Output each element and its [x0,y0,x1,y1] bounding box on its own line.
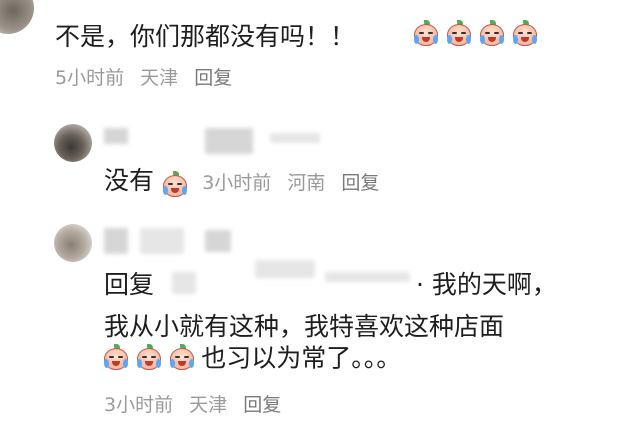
reply-button[interactable]: 回复 [194,67,232,89]
comment-time: 5小时前 [55,67,125,89]
comment-location: 天津 [140,67,179,89]
comment-text-content: 不是，你们那都没有吗！！ [55,22,356,51]
emoji-group [412,20,539,48]
avatar[interactable] [54,124,92,162]
reply-text-line1: · 我的天啊， [416,270,557,299]
crying-face-icon [445,20,473,48]
reply-text-line3: 也习以为常了。。。 [201,343,402,373]
reply-text-line2: 我从小就有这种，我特喜欢这种店面 [104,312,505,341]
reply-time: 3小时前 [104,394,174,416]
reply-time: 3小时前 [202,172,272,194]
username-redacted [104,128,128,144]
reply-location: 河南 [287,172,326,194]
crying-face-icon [161,170,189,199]
crying-face-icon [511,20,539,48]
reply-prefix[interactable]: 回复 [104,272,154,297]
mention-redacted [255,260,315,278]
reply-location: 天津 [189,394,228,416]
reply-text: 没有 [104,166,155,195]
reply-button[interactable]: 回复 [243,394,281,416]
crying-face-icon [478,20,506,48]
reply-row: 没有 3小时前 河南 回复 [104,168,389,199]
username-redacted [205,230,231,252]
crying-face-icon [168,344,196,372]
avatar[interactable] [54,224,92,262]
comment-meta: 5小时前 天津 回复 [55,69,242,88]
crying-face-icon [135,344,163,372]
username-redacted [140,228,184,254]
username-redacted [270,133,320,143]
reply-line3: 也习以为常了。。。 [102,344,401,372]
comment-text: 不是，你们那都没有吗！！ [55,24,355,49]
crying-face-icon [412,20,440,48]
avatar[interactable] [0,0,34,34]
crying-face-icon [102,344,130,372]
mention-redacted [325,272,410,282]
reply-meta: 3小时前 天津 回复 [104,396,291,415]
mention-redacted [172,272,196,294]
username-redacted [104,228,128,254]
reply-button[interactable]: 回复 [341,172,379,194]
username-redacted [205,128,253,154]
